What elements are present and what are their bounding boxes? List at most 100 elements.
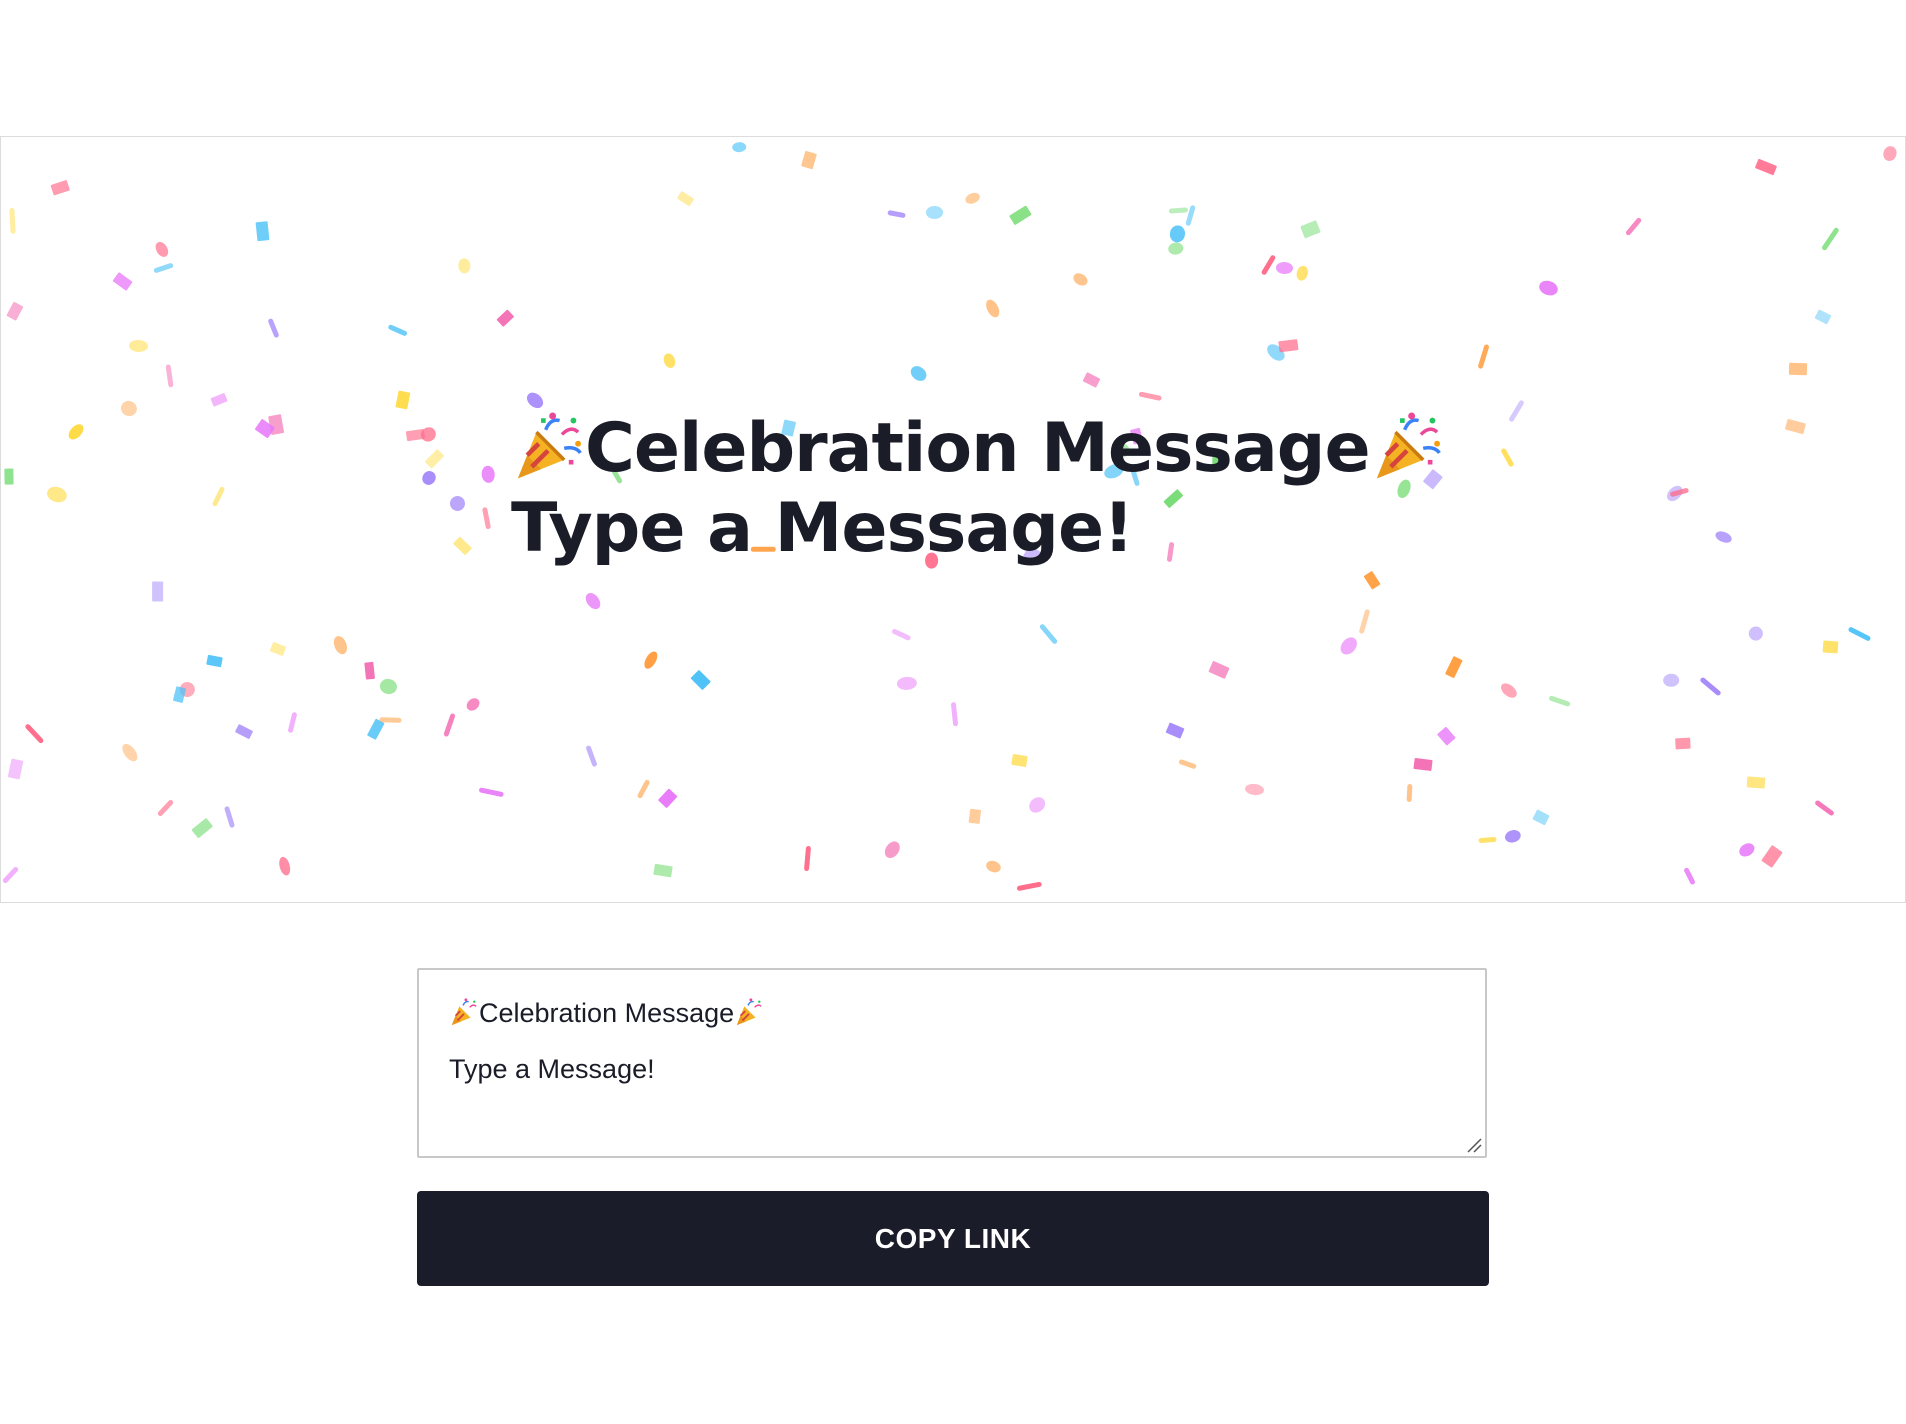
confetti-piece xyxy=(464,695,482,714)
confetti-piece xyxy=(1624,216,1643,237)
confetti-piece xyxy=(1264,341,1288,364)
confetti-piece xyxy=(1822,640,1839,654)
confetti-piece xyxy=(1814,309,1832,325)
confetti-piece xyxy=(452,536,473,556)
editor-message-text: Type a Message! xyxy=(449,1054,655,1084)
confetti-piece xyxy=(1713,529,1734,546)
confetti-piece xyxy=(6,301,24,321)
confetti-piece xyxy=(165,363,174,388)
confetti-piece xyxy=(1275,261,1294,275)
confetti-piece xyxy=(210,392,228,407)
confetti-piece xyxy=(658,788,678,808)
confetti-piece xyxy=(887,209,906,219)
confetti-piece xyxy=(1532,809,1551,826)
confetti-piece xyxy=(891,628,912,642)
confetti-piece xyxy=(1278,338,1299,353)
confetti-piece xyxy=(458,258,471,274)
confetti-piece xyxy=(1664,482,1686,504)
confetti-piece xyxy=(1,865,20,885)
confetti-piece xyxy=(128,339,149,353)
confetti-piece xyxy=(653,863,673,878)
confetti-piece xyxy=(1026,794,1049,816)
confetti-piece xyxy=(1178,758,1197,770)
confetti-piece xyxy=(1071,270,1090,289)
confetti-piece xyxy=(1244,783,1265,796)
confetti-piece xyxy=(1337,634,1361,658)
confetti-piece xyxy=(1498,680,1520,701)
confetti-piece xyxy=(481,465,496,484)
confetti-piece xyxy=(1814,799,1835,817)
confetti-piece xyxy=(1847,626,1872,642)
confetti-piece xyxy=(1406,783,1413,803)
confetti-piece xyxy=(405,428,426,442)
confetti-piece xyxy=(800,150,817,170)
confetti-piece xyxy=(984,858,1003,875)
confetti-piece xyxy=(363,661,375,680)
banner-title-line: Celebration Message xyxy=(511,409,1444,489)
confetti-piece xyxy=(1746,776,1766,789)
confetti-piece xyxy=(1746,624,1766,644)
confetti-piece xyxy=(641,649,660,672)
confetti-piece xyxy=(331,634,350,656)
confetti-piece xyxy=(481,506,492,530)
banner-message: Type a Message! xyxy=(511,489,1134,568)
confetti-piece xyxy=(881,838,903,861)
confetti-piece xyxy=(269,641,287,657)
confetti-piece xyxy=(443,712,456,737)
confetti-piece xyxy=(255,221,270,242)
editor-title-text: Celebration Message xyxy=(479,998,735,1028)
confetti-piece xyxy=(1009,205,1032,225)
confetti-piece xyxy=(1737,840,1757,860)
confetti-piece xyxy=(1138,391,1163,402)
confetti-piece xyxy=(50,179,71,196)
confetti-piece xyxy=(177,679,198,700)
confetti-piece xyxy=(418,424,439,444)
confetti-piece xyxy=(1761,845,1783,868)
confetti-piece xyxy=(478,787,505,798)
confetti-piece xyxy=(191,818,214,839)
confetti-piece xyxy=(420,468,439,488)
confetti-piece xyxy=(983,297,1002,320)
confetti-piece xyxy=(803,845,812,871)
confetti-piece xyxy=(267,317,280,339)
confetti-piece xyxy=(45,484,69,505)
confetti-piece xyxy=(4,468,14,485)
confetti-piece xyxy=(24,723,45,745)
confetti-piece xyxy=(1208,660,1230,680)
confetti-piece xyxy=(173,686,187,704)
confetti-piece xyxy=(1537,278,1560,298)
confetti-piece xyxy=(1300,220,1321,239)
confetti-piece xyxy=(1508,399,1525,423)
copy-link-button[interactable]: COPY LINK xyxy=(417,1191,1489,1286)
banner-title: Celebration Message xyxy=(585,409,1371,488)
confetti-piece xyxy=(1165,722,1185,739)
confetti-piece xyxy=(582,590,604,612)
confetti-piece xyxy=(118,398,140,419)
confetti-piece xyxy=(636,779,651,800)
confetti-piece xyxy=(1016,881,1043,892)
confetti-piece xyxy=(1754,158,1777,176)
confetti-piece xyxy=(1185,204,1196,227)
confetti-piece xyxy=(152,581,164,602)
confetti-piece xyxy=(287,711,298,734)
confetti-piece xyxy=(731,141,747,153)
confetti-piece xyxy=(1168,224,1187,244)
confetti-piece xyxy=(379,717,402,723)
confetti-piece xyxy=(206,654,223,668)
confetti-piece xyxy=(896,676,918,691)
confetti-piece xyxy=(661,351,677,370)
confetti-piece xyxy=(690,669,712,691)
confetti-piece xyxy=(1167,241,1185,256)
confetti-piece xyxy=(448,494,467,513)
confetti-piece xyxy=(950,701,959,727)
party-popper-icon xyxy=(734,997,764,1027)
confetti-piece xyxy=(1413,757,1433,772)
resize-handle[interactable] xyxy=(1466,1137,1482,1153)
confetti-piece xyxy=(1082,372,1101,388)
confetti-piece xyxy=(676,190,694,207)
confetti-piece xyxy=(1500,448,1515,468)
confetti-piece xyxy=(1445,655,1463,679)
message-textarea[interactable]: Celebration Message Type a Message! xyxy=(417,968,1487,1158)
confetti-piece xyxy=(65,421,87,443)
confetti-piece xyxy=(153,239,171,259)
